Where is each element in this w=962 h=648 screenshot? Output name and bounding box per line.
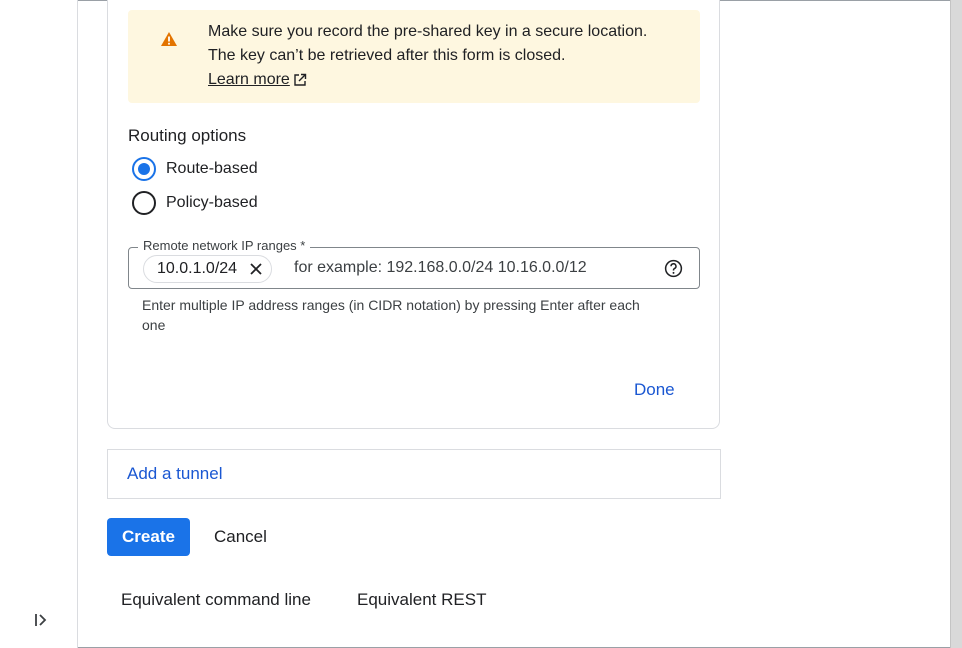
ip-range-chip-label: 10.0.1.0/24 xyxy=(157,260,238,277)
route-based-radio-option[interactable]: Route-based xyxy=(132,157,258,181)
learn-more-label: Learn more xyxy=(208,71,290,88)
vertical-scrollbar[interactable] xyxy=(950,0,962,648)
external-link-icon xyxy=(294,73,307,86)
close-icon[interactable] xyxy=(249,262,263,276)
ip-ranges-placeholder[interactable]: for example: 192.168.0.0/24 10.16.0.0/12 xyxy=(294,258,587,278)
create-button[interactable]: Create xyxy=(107,518,190,556)
cancel-button[interactable]: Cancel xyxy=(202,518,279,556)
route-based-label: Route-based xyxy=(166,160,258,177)
equivalent-rest-link[interactable]: Equivalent REST xyxy=(357,588,486,612)
warning-line-2: The key can’t be retrieved after this fo… xyxy=(208,47,566,64)
ip-ranges-helper-text: Enter multiple IP address ranges (in CID… xyxy=(142,297,640,333)
route-based-radio[interactable] xyxy=(132,157,156,181)
add-tunnel-label: Add a tunnel xyxy=(127,464,223,483)
expand-sidebar-icon[interactable] xyxy=(32,611,50,629)
warning-message: Make sure you record the pre-shared key … xyxy=(208,20,688,68)
policy-based-radio-option[interactable]: Policy-based xyxy=(132,191,258,215)
warning-icon xyxy=(161,32,177,46)
remote-ip-ranges-label: Remote network IP ranges * xyxy=(138,238,311,254)
routing-options-title: Routing options xyxy=(128,126,247,145)
left-navigation-rail xyxy=(0,0,78,648)
learn-more-link[interactable]: Learn more xyxy=(208,68,307,92)
done-button[interactable]: Done xyxy=(622,376,687,404)
add-tunnel-button[interactable]: Add a tunnel xyxy=(107,449,721,499)
ip-range-chip: 10.0.1.0/24 xyxy=(143,255,273,283)
equivalent-command-line-link[interactable]: Equivalent command line xyxy=(121,588,311,612)
policy-based-label: Policy-based xyxy=(166,194,258,211)
policy-based-radio[interactable] xyxy=(132,191,156,215)
warning-line-1: Make sure you record the pre-shared key … xyxy=(208,23,648,40)
help-icon[interactable] xyxy=(664,259,683,278)
